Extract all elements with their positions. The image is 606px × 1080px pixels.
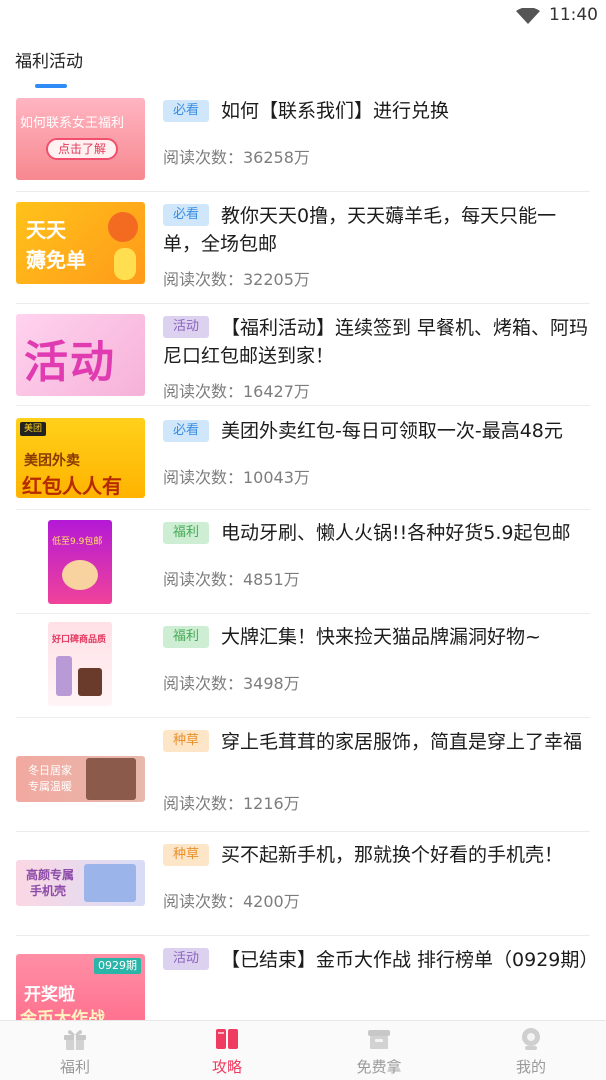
article-title[interactable]: 教你天天0撸，天天薅羊毛，每天只能一单，全场包邮: [163, 202, 590, 258]
read-count: 阅读次数：16427万: [163, 382, 310, 401]
tab-welfare-activities[interactable]: 福利活动: [15, 47, 83, 72]
wifi-icon: [516, 8, 540, 24]
bottom-nav: 福利 攻略 免费拿 我的: [0, 1020, 606, 1080]
thumbnail: 如何联系女王福利 点击了解: [16, 98, 145, 180]
thumbnail: 好口碑商品质: [48, 622, 112, 706]
list-item[interactable]: 0929期 开奖啦 金币大作战 活动 【已结束】金币大作战 排行榜单（0929期…: [0, 936, 606, 1020]
nav-label: 我的: [515, 1058, 546, 1076]
thumbnail: 0929期 开奖啦 金币大作战: [16, 954, 145, 1020]
list-item[interactable]: 活动 活动 【福利活动】连续签到 早餐机、烤箱、阿玛尼口红包邮送到家！ 阅读次数…: [0, 304, 606, 406]
article-title[interactable]: 买不起新手机，那就换个好看的手机壳！: [163, 841, 590, 869]
read-count: 阅读次数：4200万: [163, 892, 300, 911]
read-count: 阅读次数：3498万: [163, 674, 300, 693]
list-item[interactable]: 好口碑商品质 福利 大牌汇集！快来捡天猫品牌漏洞好物~ 阅读次数：3498万: [0, 614, 606, 718]
article-title[interactable]: 【已结束】金币大作战 排行榜单（0929期）: [163, 946, 598, 974]
box-icon: [368, 1030, 390, 1049]
thumbnail: 美团 美团外卖 红包人人有: [16, 418, 145, 498]
gift-icon: [64, 1030, 86, 1050]
status-bar: 11:40: [0, 0, 606, 32]
article-title[interactable]: 穿上毛茸茸的家居服饰，简直是穿上了幸福: [163, 728, 590, 756]
clock: 11:40: [549, 5, 598, 25]
article-title[interactable]: 大牌汇集！快来捡天猫品牌漏洞好物~: [163, 623, 590, 651]
read-count: 阅读次数：36258万: [163, 148, 310, 167]
nav-welfare[interactable]: 福利: [0, 1021, 150, 1080]
book-icon: [216, 1029, 238, 1049]
article-title[interactable]: 如何【联系我们】进行兑换: [163, 97, 590, 125]
list-item[interactable]: 天天 薅免单 必看 教你天天0撸，天天薅羊毛，每天只能一单，全场包邮 阅读次数：…: [0, 192, 606, 304]
nav-profile[interactable]: 我的: [456, 1021, 606, 1080]
article-title[interactable]: 电动牙刷、懒人火锅!!各种好货5.9起包邮: [163, 519, 590, 547]
list-item[interactable]: 美团 美团外卖 红包人人有 必看 美团外卖红包-每日可领取一次-最高48元 阅读…: [0, 406, 606, 510]
read-count: 阅读次数：10043万: [163, 468, 310, 487]
list-item[interactable]: 低至9.9包邮 福利 电动牙刷、懒人火锅!!各种好货5.9起包邮 阅读次数：48…: [0, 510, 606, 614]
nav-free[interactable]: 免费拿: [304, 1021, 454, 1080]
thumbnail: 高颜专属 手机壳: [16, 860, 145, 906]
article-title[interactable]: 美团外卖红包-每日可领取一次-最高48元: [163, 417, 590, 445]
list-item[interactable]: 如何联系女王福利 点击了解 必看 如何【联系我们】进行兑换 阅读次数：36258…: [0, 88, 606, 192]
thumbnail: 冬日居家 专属温暖: [16, 756, 145, 802]
nav-label: 福利: [59, 1058, 90, 1076]
read-count: 阅读次数：1216万: [163, 794, 300, 813]
thumbnail: 天天 薅免单: [16, 202, 145, 284]
article-list[interactable]: 如何联系女王福利 点击了解 必看 如何【联系我们】进行兑换 阅读次数：36258…: [0, 88, 606, 1020]
nav-label: 免费拿: [356, 1058, 402, 1076]
article-title[interactable]: 【福利活动】连续签到 早餐机、烤箱、阿玛尼口红包邮送到家！: [163, 314, 590, 370]
read-count: 阅读次数：32205万: [163, 270, 310, 289]
thumbnail: 低至9.9包邮: [48, 520, 112, 604]
read-count: 阅读次数：4851万: [163, 570, 300, 589]
thumbnail: 活动: [16, 314, 145, 396]
nav-guide[interactable]: 攻略: [152, 1021, 302, 1080]
list-item[interactable]: 高颜专属 手机壳 种草 买不起新手机，那就换个好看的手机壳！ 阅读次数：4200…: [0, 832, 606, 936]
profile-icon: [522, 1028, 540, 1050]
nav-label: 攻略: [211, 1058, 242, 1076]
list-item[interactable]: 冬日居家 专属温暖 种草 穿上毛茸茸的家居服饰，简直是穿上了幸福 阅读次数：12…: [0, 718, 606, 832]
